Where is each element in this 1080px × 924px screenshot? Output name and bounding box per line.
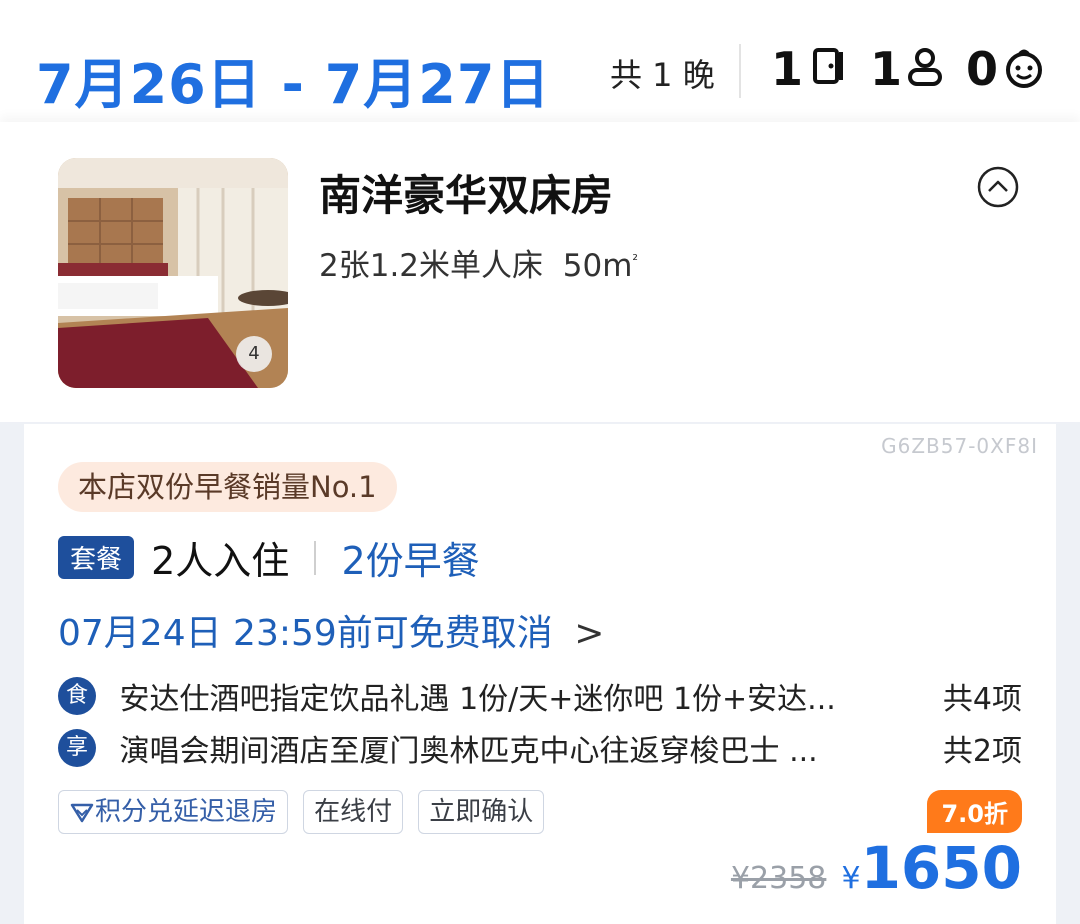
online-pay-tag: 在线付: [303, 790, 404, 834]
date-range[interactable]: 7月26日 - 7月27日: [36, 40, 550, 119]
nights-count: 共 1 晚: [610, 56, 715, 94]
chevron-up-icon[interactable]: [977, 166, 1019, 208]
guest-capacity: 2人入住: [151, 539, 290, 583]
perk-row-food[interactable]: 食 安达仕酒吧指定饮品礼遇 1份/天+迷你吧 1份+安达... 共4项: [58, 674, 1022, 718]
room-photo[interactable]: 4: [58, 158, 288, 388]
children-count[interactable]: 0: [966, 42, 998, 96]
bed-info: 2张1.2米单人床: [319, 248, 544, 284]
perk-row-enjoy[interactable]: 享 演唱会期间酒店至厦门奥林匹克中心往返穿梭巴士 ... 共2项: [58, 726, 1022, 770]
cancellation-policy[interactable]: 07月24日 23:59前可免费取消 >: [58, 604, 604, 656]
perk-total: 共2项: [942, 734, 1022, 769]
package-row: 套餐 2人入住 2份早餐: [58, 530, 480, 583]
child-icon: [1006, 49, 1042, 88]
perk-text: 演唱会期间酒店至厦门奥林匹克中心往返穿梭巴士 ...: [119, 734, 818, 769]
sales-tag: 本店双份早餐销量No.1: [58, 462, 397, 512]
feature-tags: 积分兑延迟退房 在线付 立即确认: [58, 790, 554, 834]
rooms-count[interactable]: 1: [771, 42, 803, 96]
discount-badge: 7.0折: [927, 790, 1022, 833]
price-row: ¥2358 ¥1650: [731, 834, 1022, 902]
perk-total: 共4项: [942, 682, 1022, 717]
currency-symbol: ¥: [841, 861, 861, 896]
original-price: ¥2358: [730, 861, 827, 896]
package-badge: 套餐: [58, 536, 135, 579]
current-price: 1650: [860, 834, 1022, 902]
rate-code: G6ZB57-0XF8I: [881, 434, 1038, 458]
cancellation-text: 07月24日 23:59前可免费取消: [58, 613, 553, 654]
package-divider: [314, 540, 317, 575]
room-area: 50m: [562, 248, 633, 284]
room-description: 2张1.2米单人床 50m²: [319, 240, 638, 285]
breakfast-info: 2份早餐: [341, 539, 480, 583]
header-divider: [739, 44, 741, 98]
food-icon: 食: [58, 677, 96, 715]
chevron-right-icon: >: [574, 613, 605, 654]
photo-count-badge: 4: [236, 336, 272, 372]
perk-text: 安达仕酒吧指定饮品礼遇 1份/天+迷你吧 1份+安达...: [119, 682, 836, 717]
door-icon: [813, 48, 843, 84]
points-tag-label: 积分兑延迟退房: [95, 797, 278, 827]
rate-plan-card[interactable]: G6ZB57-0XF8I 本店双份早餐销量No.1 套餐 2人入住 2份早餐 0…: [24, 424, 1056, 924]
room-card[interactable]: 4 南洋豪华双床房 2张1.2米单人床 50m²: [0, 122, 1080, 422]
adult-icon: [908, 48, 942, 86]
area-unit: ²: [632, 252, 639, 269]
diamond-icon: [70, 803, 94, 822]
enjoy-icon: 享: [58, 729, 96, 767]
adults-count[interactable]: 1: [870, 42, 902, 96]
points-late-checkout-tag: 积分兑延迟退房: [58, 790, 289, 834]
booking-header: 7月26日 - 7月27日 共 1 晚 1 1 0: [0, 0, 1080, 122]
instant-confirm-tag: 立即确认: [418, 790, 545, 834]
room-title: 南洋豪华双床房: [319, 171, 614, 220]
